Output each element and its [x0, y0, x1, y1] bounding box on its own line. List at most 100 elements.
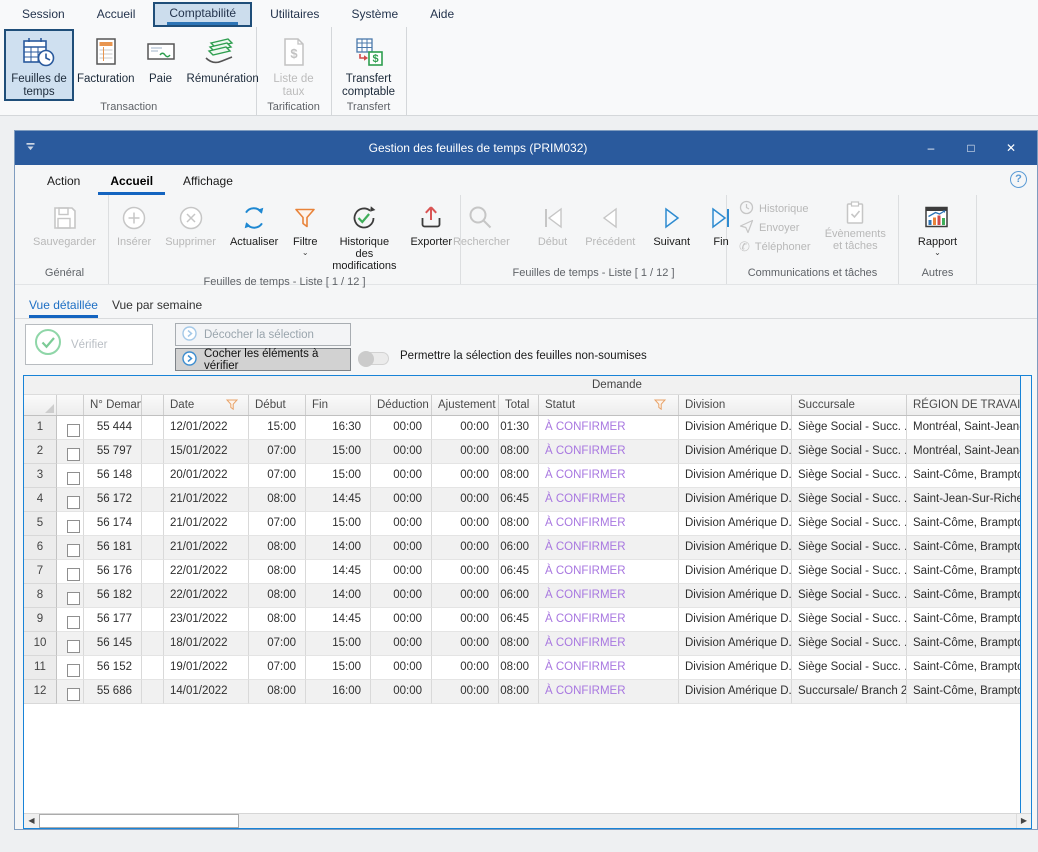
app-tab-accueil[interactable]: Accueil [83, 3, 150, 27]
cell-division: Division Amérique D... [679, 536, 792, 560]
close-button[interactable]: ✕ [991, 141, 1031, 155]
app-tab-aide[interactable]: Aide [416, 3, 468, 27]
scroll-left-arrow[interactable]: ◀ [24, 814, 39, 828]
vertical-scrollbar[interactable] [1020, 376, 1031, 813]
cocher-elements-button[interactable]: Cocher les éléments à vérifier [175, 348, 351, 371]
non-submitted-toggle[interactable] [358, 352, 389, 365]
accounting-transfer-icon: $ [354, 31, 384, 73]
row-checkbox[interactable] [67, 544, 80, 557]
header-spacer[interactable] [142, 395, 164, 415]
row-checkbox-cell [57, 632, 84, 656]
remuneration-button[interactable]: Rémunération [184, 29, 254, 88]
horizontal-scrollbar[interactable]: ◀ ▶ [24, 813, 1031, 828]
cell-region: Saint-Côme, Brampton, [907, 680, 1020, 704]
select-all-corner[interactable] [24, 395, 57, 415]
tab-accueil[interactable]: Accueil [98, 170, 165, 195]
row-checkbox[interactable] [67, 688, 80, 701]
cell-succursale: Siège Social - Succ. ... [792, 656, 907, 680]
row-checkbox[interactable] [67, 520, 80, 533]
app-tab-comptabilite[interactable]: Comptabilité [153, 2, 252, 27]
actualiser-button[interactable]: Actualiser [223, 199, 285, 249]
cell-deduction: 00:00 [371, 464, 432, 488]
header-no-demande[interactable]: N° Deman... [84, 395, 142, 415]
help-icon[interactable]: ? [1010, 171, 1027, 188]
app-tab-systeme[interactable]: Système [337, 3, 412, 27]
paie-button[interactable]: Paie [138, 29, 184, 88]
header-succursale[interactable]: Succursale [792, 395, 907, 415]
export-icon [417, 200, 445, 236]
cell-ajustement: 00:00 [432, 440, 499, 464]
header-division[interactable]: Division [679, 395, 792, 415]
filtre-button[interactable]: Filtre ⌄ [285, 199, 325, 257]
row-checkbox[interactable] [67, 568, 80, 581]
cell-date: 19/01/2022 [164, 656, 249, 680]
row-checkbox[interactable] [67, 448, 80, 461]
header-total[interactable]: Total [499, 395, 539, 415]
tab-vue-par-semaine[interactable]: Vue par semaine [112, 298, 202, 318]
tab-action[interactable]: Action [35, 170, 92, 195]
table-row[interactable]: 11 56 152 19/01/2022 07:00 15:00 00:00 0… [24, 656, 1020, 680]
table-row[interactable]: 6 56 181 21/01/2022 08:00 14:00 00:00 00… [24, 536, 1020, 560]
scroll-right-arrow[interactable]: ▶ [1016, 814, 1031, 828]
table-row[interactable]: 1 55 444 12/01/2022 15:00 16:30 00:00 00… [24, 416, 1020, 440]
filter-funnel-icon[interactable] [654, 399, 666, 413]
cell-ajustement: 00:00 [432, 512, 499, 536]
filter-funnel-icon[interactable] [226, 399, 238, 413]
cell-spacer [142, 416, 164, 440]
header-checkbox[interactable] [57, 395, 84, 415]
tab-vue-detaillee[interactable]: Vue détaillée [29, 298, 98, 318]
table-row[interactable]: 9 56 177 23/01/2022 08:00 14:45 00:00 00… [24, 608, 1020, 632]
cell-spacer [142, 632, 164, 656]
app-tab-session[interactable]: Session [8, 3, 79, 27]
header-statut[interactable]: Statut [539, 395, 679, 415]
maximize-button[interactable]: □ [951, 141, 991, 155]
cell-fin: 14:00 [306, 536, 371, 560]
transfert-comptable-button[interactable]: $ Transfert comptable [334, 29, 404, 101]
minimize-button[interactable]: – [911, 141, 951, 155]
cell-succursale: Siège Social - Succ. ... [792, 464, 907, 488]
table-row[interactable]: 7 56 176 22/01/2022 08:00 14:45 00:00 00… [24, 560, 1020, 584]
row-checkbox[interactable] [67, 640, 80, 653]
cell-no-demande: 56 181 [84, 536, 142, 560]
header-region[interactable]: RÉGION DE TRAVAIL [907, 395, 1020, 415]
row-checkbox[interactable] [67, 496, 80, 509]
tab-affichage[interactable]: Affichage [171, 170, 245, 195]
cell-region: Saint-Côme, Brampton, [907, 656, 1020, 680]
rapport-button[interactable]: Rapport ⌄ [911, 199, 964, 257]
app-tab-utilitaires[interactable]: Utilitaires [256, 3, 333, 27]
cell-no-demande: 56 174 [84, 512, 142, 536]
row-checkbox[interactable] [67, 592, 80, 605]
feuilles-de-temps-button[interactable]: Feuilles de temps [4, 29, 74, 101]
header-deduction[interactable]: Déduction [371, 395, 432, 415]
cell-statut: À CONFIRMER [539, 608, 679, 632]
header-fin[interactable]: Fin [306, 395, 371, 415]
header-debut[interactable]: Début [249, 395, 306, 415]
row-checkbox[interactable] [67, 616, 80, 629]
historique-modifications-button[interactable]: Historique des modifications [325, 199, 403, 273]
header-date[interactable]: Date [164, 395, 249, 415]
row-checkbox[interactable] [67, 664, 80, 677]
verifier-button[interactable]: Vérifier [25, 324, 153, 365]
header-ajustement[interactable]: Ajustement [432, 395, 499, 415]
sauvegarder-button: Sauvegarder [26, 199, 103, 249]
table-row[interactable]: 4 56 172 21/01/2022 08:00 14:45 00:00 00… [24, 488, 1020, 512]
cell-division: Division Amérique D... [679, 512, 792, 536]
scrollbar-thumb[interactable] [39, 814, 239, 828]
table-row[interactable]: 8 56 182 22/01/2022 08:00 14:00 00:00 00… [24, 584, 1020, 608]
row-number: 9 [24, 608, 57, 632]
row-checkbox[interactable] [67, 472, 80, 485]
table-row[interactable]: 3 56 148 20/01/2022 07:00 15:00 00:00 00… [24, 464, 1020, 488]
table-row[interactable]: 12 55 686 14/01/2022 08:00 16:00 00:00 0… [24, 680, 1020, 704]
cell-statut: À CONFIRMER [539, 560, 679, 584]
table-row[interactable]: 2 55 797 15/01/2022 07:00 15:00 00:00 00… [24, 440, 1020, 464]
row-number: 11 [24, 656, 57, 680]
facturation-button[interactable]: Facturation [74, 29, 138, 88]
cell-region: Saint-Côme, Brampton, [907, 632, 1020, 656]
cell-division: Division Amérique D... [679, 656, 792, 680]
suivant-button[interactable]: Suivant [646, 199, 697, 249]
cell-ajustement: 00:00 [432, 656, 499, 680]
quick-access-menu-icon[interactable] [15, 139, 45, 157]
table-row[interactable]: 10 56 145 18/01/2022 07:00 15:00 00:00 0… [24, 632, 1020, 656]
table-row[interactable]: 5 56 174 21/01/2022 07:00 15:00 00:00 00… [24, 512, 1020, 536]
row-checkbox[interactable] [67, 424, 80, 437]
